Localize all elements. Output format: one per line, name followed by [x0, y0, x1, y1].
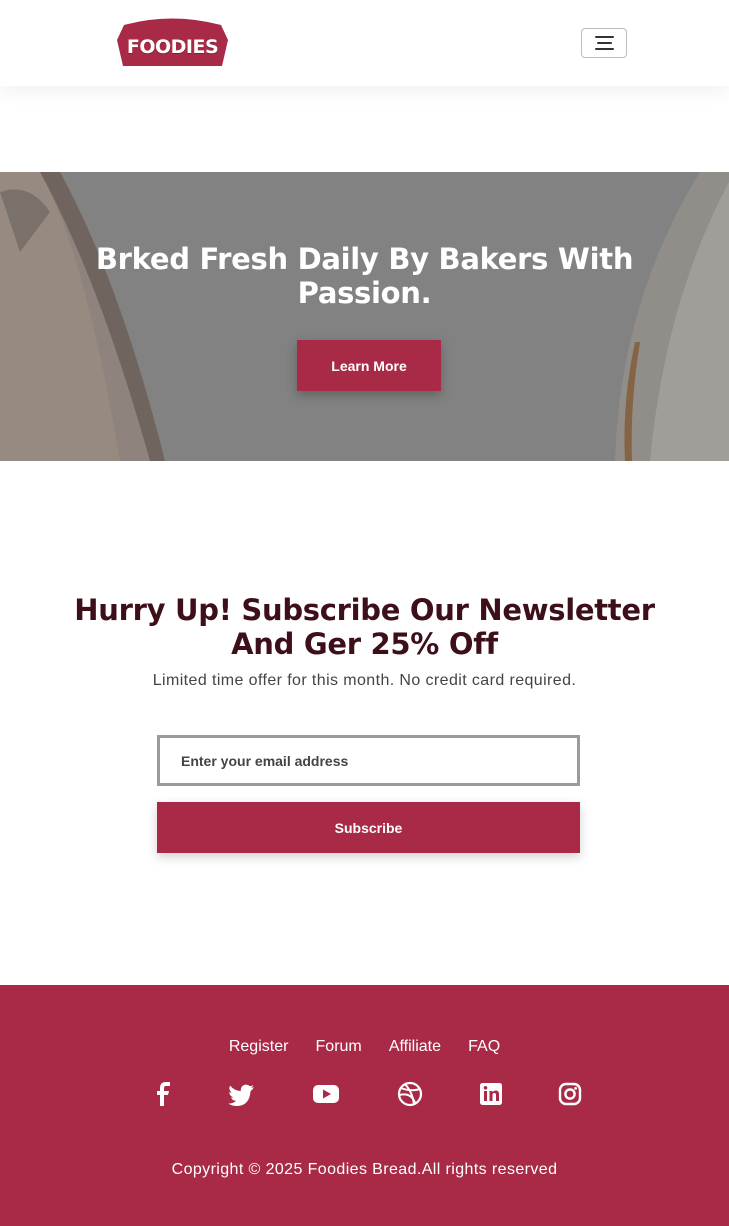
newsletter-title: Hurry Up! Subscribe Our Newsletter And G… — [74, 593, 655, 661]
hero-banner — [0, 172, 729, 461]
dribbble-icon[interactable] — [396, 1080, 424, 1108]
hamburger-icon-line — [595, 48, 614, 50]
facebook-icon[interactable] — [150, 1080, 178, 1108]
linkedin-icon[interactable] — [477, 1080, 505, 1108]
copyright-text: Copyright © 2025 Foodies Bread.All right… — [171, 1161, 558, 1178]
learn-more-button[interactable]: Learn More — [297, 340, 441, 391]
hero-background-image — [0, 172, 729, 461]
site-header: FOODIES — [0, 0, 729, 86]
instagram-icon[interactable] — [556, 1080, 584, 1108]
youtube-icon[interactable] — [312, 1080, 340, 1108]
footer-link-faq[interactable]: FAQ — [468, 1038, 500, 1056]
menu-button[interactable] — [581, 28, 627, 58]
logo-text: FOODIES — [126, 36, 219, 58]
subscribe-button[interactable]: Subscribe — [157, 802, 580, 853]
hamburger-icon — [595, 36, 614, 38]
footer-link-forum[interactable]: Forum — [316, 1038, 362, 1056]
social-links — [0, 1080, 729, 1110]
footer-link-register[interactable]: Register — [229, 1038, 289, 1056]
hero-title: Brked Fresh Daily By Bakers With Passion… — [95, 242, 634, 310]
footer-links: Register Forum Affiliate FAQ — [0, 1036, 729, 1056]
footer-link-affiliate[interactable]: Affiliate — [389, 1038, 441, 1056]
hamburger-icon-line — [597, 42, 612, 44]
logo[interactable]: FOODIES — [112, 18, 233, 67]
newsletter-subtitle: Limited time offer for this month. No cr… — [152, 672, 577, 689]
twitter-icon[interactable] — [228, 1080, 256, 1108]
email-input[interactable] — [157, 735, 580, 786]
